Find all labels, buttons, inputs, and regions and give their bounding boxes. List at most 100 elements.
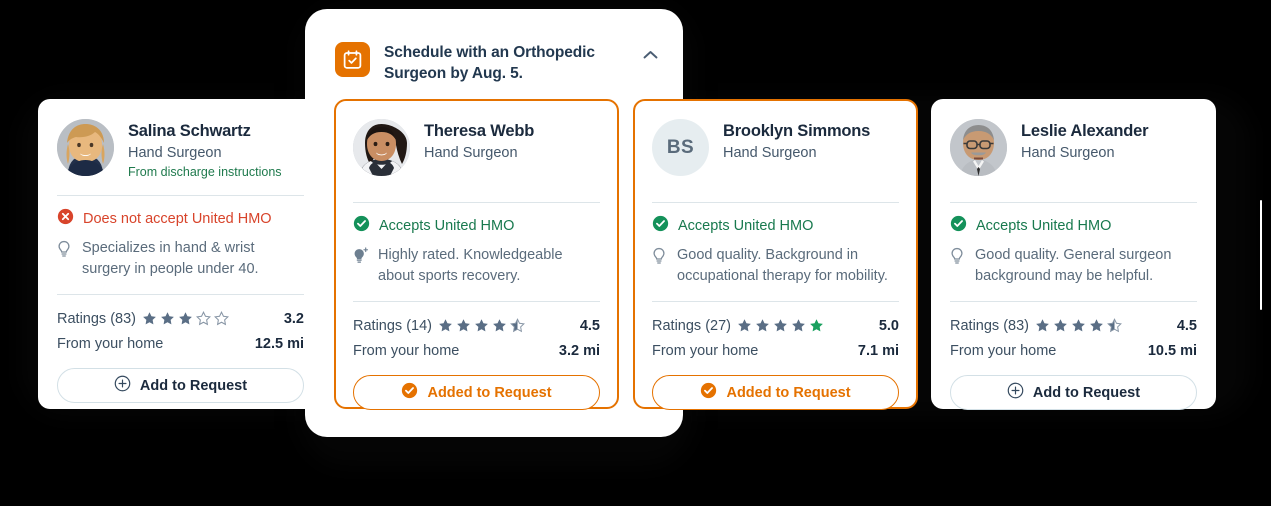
avatar	[57, 119, 114, 176]
provider-note: Highly rated. Knowledgeable about sports…	[353, 245, 600, 287]
provider-note-text: Specializes in hand & wrist surgery in p…	[82, 240, 259, 277]
distance-label: From your home	[950, 342, 1057, 359]
star-rating	[142, 311, 229, 326]
ratings-label: Ratings (27)	[652, 317, 731, 334]
screen-root: Schedule with an Orthopedic Surgeon by A…	[0, 0, 1271, 506]
provider-note: Good quality. Background in occupational…	[652, 245, 899, 287]
provider-name: Theresa Webb	[424, 122, 535, 140]
plus-circle-icon	[114, 375, 131, 396]
provider-identity: Theresa Webb Hand Surgeon	[424, 119, 534, 163]
provider-note: Good quality. General surgeon background…	[950, 245, 1197, 287]
provider-note-text: Good quality. Background in occupational…	[677, 247, 888, 284]
provider-stats: Ratings (83) 4.5 From your home 10.5 mi	[950, 313, 1197, 363]
plus-circle-icon	[1007, 382, 1024, 403]
insurance-label: Accepts United HMO	[976, 218, 1112, 234]
added-to-request-button[interactable]: Added to Request	[652, 375, 899, 410]
insurance-label: Does not accept United HMO	[83, 211, 272, 227]
ratings-label: Ratings (83)	[950, 317, 1029, 334]
ratings-label: Ratings (14)	[353, 317, 432, 334]
divider	[950, 202, 1197, 203]
star-rating	[438, 318, 525, 333]
x-circle-icon	[57, 208, 74, 230]
provider-card[interactable]: Salina Schwartz Hand Surgeon From discha…	[38, 99, 323, 409]
divider	[57, 294, 304, 295]
distance-row: From your home 10.5 mi	[950, 338, 1197, 363]
distance-label: From your home	[57, 335, 164, 352]
provider-name: Salina Schwartz	[128, 122, 251, 140]
provider-header: BS Brooklyn Simmons Hand Surgeon	[652, 119, 899, 181]
avatar	[353, 119, 410, 176]
ratings-row: Ratings (83) 3.2	[57, 306, 304, 331]
insurance-status: Accepts United HMO	[353, 215, 600, 237]
rating-value: 3.2	[283, 310, 304, 327]
horizontal-scrollbar[interactable]	[1260, 200, 1262, 310]
provider-note-text: Highly rated. Knowledgeable about sports…	[378, 247, 563, 284]
check-circle-icon	[401, 382, 418, 403]
page-title: Schedule with an Orthopedic Surgeon by A…	[384, 44, 595, 82]
provider-card-strip[interactable]: Salina Schwartz Hand Surgeon From discha…	[0, 99, 1271, 411]
distance-row: From your home 12.5 mi	[57, 331, 304, 356]
provider-header: Leslie Alexander Hand Surgeon	[950, 119, 1197, 181]
lightbulb-icon	[950, 245, 966, 270]
distance-row: From your home 7.1 mi	[652, 338, 899, 363]
divider	[950, 301, 1197, 302]
insurance-label: Accepts United HMO	[379, 218, 515, 234]
ratings-label: Ratings (83)	[57, 310, 136, 327]
added-to-request-label: Added to Request	[427, 384, 552, 401]
divider	[353, 301, 600, 302]
star-rating	[737, 318, 824, 333]
provider-role: Hand Surgeon	[128, 145, 222, 161]
provider-identity: Leslie Alexander Hand Surgeon	[1021, 119, 1149, 163]
provider-note-text: Good quality. General surgeon background…	[975, 247, 1172, 284]
divider	[652, 301, 899, 302]
ratings-row: Ratings (27) 5.0	[652, 313, 899, 338]
avatar: BS	[652, 119, 709, 176]
check-circle-icon	[700, 382, 717, 403]
provider-role: Hand Surgeon	[424, 145, 518, 161]
star-rating	[1035, 318, 1122, 333]
chevron-up-icon[interactable]	[639, 44, 661, 66]
distance-value: 10.5 mi	[1147, 342, 1197, 359]
lightbulb-icon	[57, 238, 73, 263]
rating-value: 5.0	[878, 317, 899, 334]
add-to-request-label: Add to Request	[139, 377, 248, 394]
provider-identity: Salina Schwartz Hand Surgeon From discha…	[128, 119, 282, 181]
insurance-label: Accepts United HMO	[678, 218, 814, 234]
provider-stats: Ratings (14) 4.5 From your home 3.2 mi	[353, 313, 600, 363]
insurance-status: Accepts United HMO	[652, 215, 899, 236]
insurance-status: Does not accept United HMO	[57, 208, 304, 230]
provider-card[interactable]: Leslie Alexander Hand Surgeon Accepts Un…	[931, 99, 1216, 410]
ratings-row: Ratings (83) 4.5	[950, 313, 1197, 338]
distance-value: 7.1 mi	[857, 342, 899, 359]
provider-name: Brooklyn Simmons	[723, 122, 871, 140]
provider-stats: Ratings (83) 3.2 From your home 12.5 mi	[57, 306, 304, 356]
provider-identity: Brooklyn Simmons Hand Surgeon	[723, 119, 870, 163]
provider-card[interactable]: Theresa Webb Hand Surgeon Accepts United…	[334, 99, 619, 410]
provider-stats: Ratings (27) 5.0 From your home 7.1 mi	[652, 313, 899, 363]
ratings-row: Ratings (14) 4.5	[353, 313, 600, 338]
provider-role: Hand Surgeon	[723, 145, 817, 161]
divider	[353, 202, 600, 203]
provider-note: Specializes in hand & wrist surgery in p…	[57, 238, 304, 280]
lightbulb-icon	[652, 245, 668, 270]
added-to-request-button[interactable]: Added to Request	[353, 375, 600, 410]
add-to-request-button[interactable]: Add to Request	[950, 375, 1197, 410]
add-to-request-button[interactable]: Add to Request	[57, 368, 304, 403]
lightbulb-sparkle-icon	[353, 245, 369, 270]
distance-value: 3.2 mi	[558, 342, 600, 359]
provider-card[interactable]: BS Brooklyn Simmons Hand Surgeon Accepts…	[633, 99, 918, 410]
divider	[57, 195, 304, 196]
calendar-check-icon	[335, 42, 370, 77]
rating-value: 4.5	[579, 317, 600, 334]
added-to-request-label: Added to Request	[726, 384, 851, 401]
provider-header: Theresa Webb Hand Surgeon	[353, 119, 600, 181]
provider-source: From discharge instructions	[128, 165, 282, 179]
check-circle-icon	[353, 215, 370, 237]
distance-row: From your home 3.2 mi	[353, 338, 600, 363]
distance-label: From your home	[353, 342, 460, 359]
insurance-status: Accepts United HMO	[950, 215, 1197, 237]
avatar	[950, 119, 1007, 176]
check-circle-icon	[950, 215, 967, 237]
rating-value: 4.5	[1176, 317, 1197, 334]
distance-label: From your home	[652, 342, 759, 359]
